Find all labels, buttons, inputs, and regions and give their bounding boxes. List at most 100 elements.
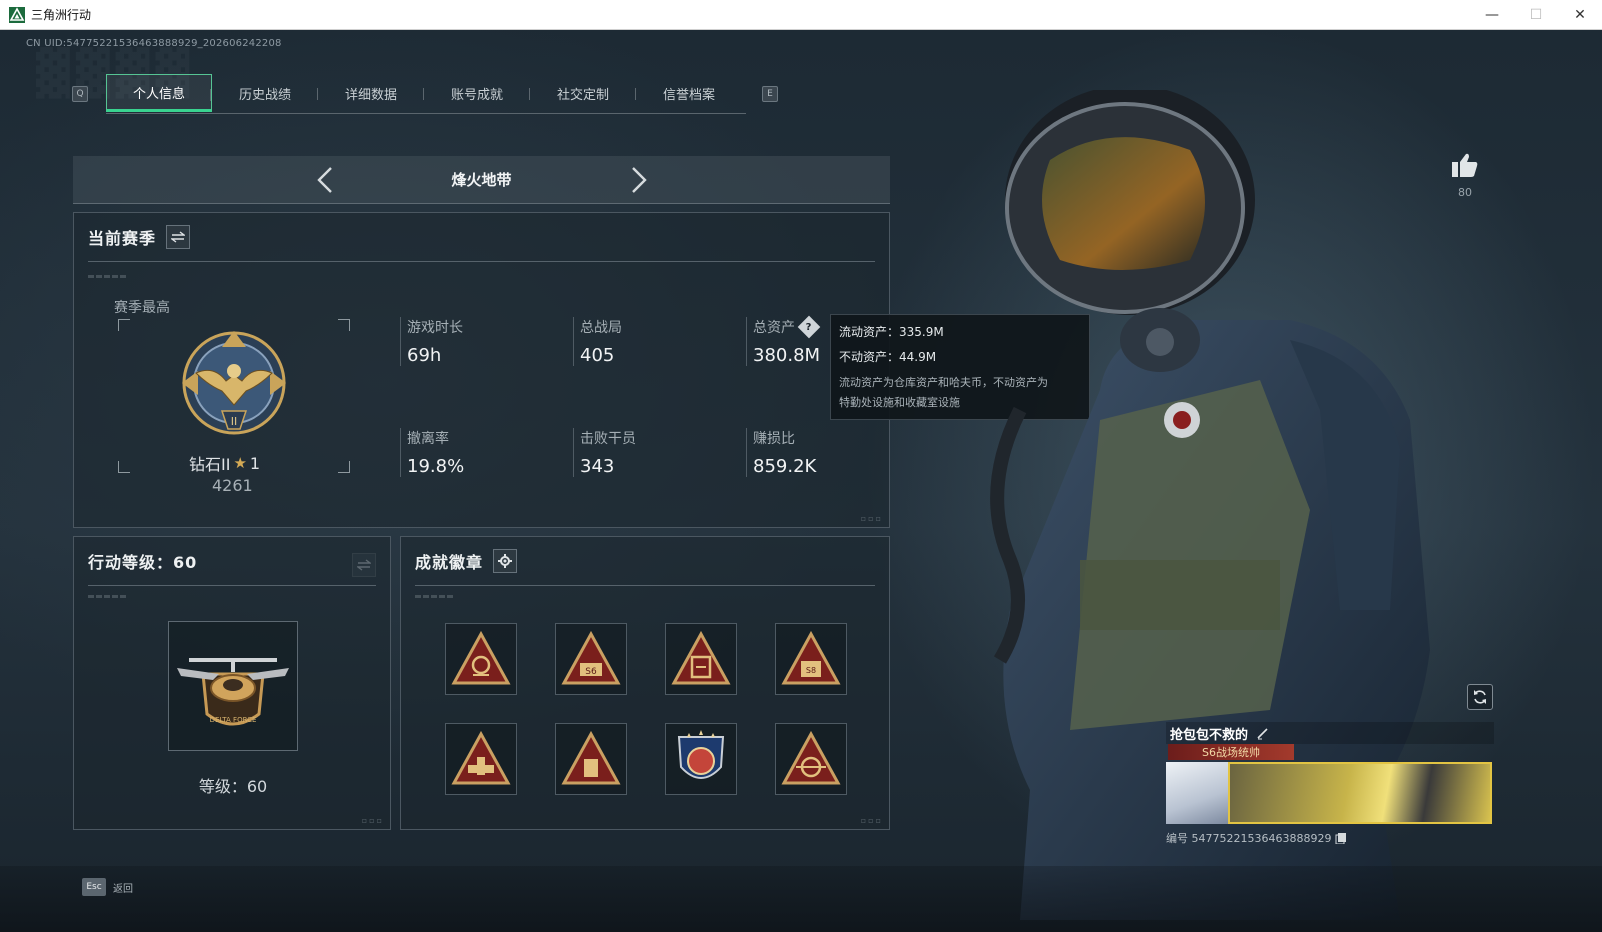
achievement-badges-panel: 成就徽章 S6 S8 ▫▫▫ (400, 536, 890, 830)
achievement-badge-8[interactable] (775, 723, 847, 795)
mode-selector: 烽火地带 (73, 156, 890, 204)
mode-prev-button[interactable] (307, 162, 343, 198)
stat-total-matches: 总战局 405 (573, 317, 723, 366)
tab-social-custom[interactable]: 社交定制 (530, 74, 636, 112)
tab-personal-info[interactable]: 个人信息 (106, 74, 212, 112)
frame-corner (118, 461, 130, 473)
level-switch-button[interactable] (352, 553, 376, 577)
decor-strip (88, 595, 128, 598)
back-label[interactable]: 返回 (113, 880, 133, 895)
level-divider (88, 585, 376, 586)
player-nickname: 抢包包不救的 (1170, 727, 1249, 743)
diamond-rank-emblem-icon: II (182, 331, 286, 435)
achievement-badge-4[interactable]: S8 (775, 623, 847, 695)
footer-bar: Esc 返回 (0, 866, 1602, 932)
refresh-appearance-button[interactable] (1467, 684, 1493, 710)
close-button[interactable]: ✕ (1558, 0, 1602, 30)
chevron-right-icon (632, 167, 647, 193)
maximize-button[interactable]: ☐ (1514, 0, 1558, 30)
swap-icon (171, 231, 186, 243)
esc-key-hint[interactable]: Esc (82, 878, 106, 896)
triangle-badge-icon (451, 731, 511, 785)
stat-label-text: 总资产 (753, 320, 795, 336)
season-switch-button[interactable] (166, 225, 191, 249)
svg-text:DELTA FORCE: DELTA FORCE (210, 716, 257, 724)
player-id-row: 编号 5477522153646388892​9 (1166, 830, 1494, 846)
tab-detailed-data[interactable]: 详细数据 (318, 74, 424, 112)
achievement-badge-1[interactable] (445, 623, 517, 695)
achievement-settings-button[interactable] (493, 549, 518, 573)
triangle-badge-icon: S6 (561, 631, 621, 685)
stat-value: 405 (580, 345, 615, 366)
achievement-badge-6[interactable] (555, 723, 627, 795)
player-avatar[interactable] (1166, 762, 1228, 824)
panel-corner-dots: ▫▫▫ (860, 816, 883, 825)
stat-value: 19.8% (407, 456, 465, 477)
triangle-badge-icon (451, 631, 511, 685)
rank-tier-text: 钻石II (189, 455, 231, 474)
asset-help-icon[interactable]: ? (797, 315, 821, 339)
profile-tabbar: Q 个人信息 历史战绩 详细数据 账号成就 社交定制 信誉档案 E (70, 74, 790, 114)
thumbs-up-icon (1452, 153, 1478, 177)
stat-extraction-rate: 撤离率 19.8% (400, 428, 550, 477)
like-widget[interactable]: 80 (1448, 152, 1482, 199)
stat-value: 859.2K (753, 456, 817, 477)
decor-strip (415, 595, 455, 598)
stat-label: 撤离率 (407, 431, 449, 447)
copy-icon[interactable] (1335, 832, 1347, 844)
season-divider (88, 261, 875, 262)
tab-match-history[interactable]: 历史战绩 (212, 74, 318, 112)
stat-playtime: 游戏时长 69h (400, 317, 550, 366)
achievement-badge-2[interactable]: S6 (555, 623, 627, 695)
tab-achievements[interactable]: 账号成就 (424, 74, 530, 112)
rank-star-count: 1 (249, 453, 261, 473)
player-title-badge: S6战场统帅 (1168, 744, 1294, 760)
svg-text:S8: S8 (806, 666, 816, 675)
player-name-row: 抢包包不救的 (1166, 722, 1494, 744)
player-banner[interactable] (1228, 762, 1492, 824)
season-header: 当前赛季 (88, 225, 191, 249)
level-title: 行动等级：60 (88, 553, 198, 572)
achievement-header: 成就徽章 (415, 549, 518, 573)
gear-icon (498, 554, 513, 568)
svg-text:S6: S6 (585, 667, 597, 677)
tab-credit-record[interactable]: 信誉档案 (636, 74, 742, 112)
app-logo-icon (9, 6, 25, 23)
level-value-text: 等级：60 (198, 777, 268, 796)
achievement-divider (415, 585, 875, 586)
minimize-button[interactable]: — (1470, 0, 1514, 30)
edit-pencil-icon[interactable] (1256, 726, 1270, 740)
panel-corner-dots: ▫▫▫ (860, 514, 883, 523)
achievement-badge-7[interactable] (665, 723, 737, 795)
chevron-left-icon (317, 167, 332, 193)
triangle-badge-icon (781, 731, 841, 785)
helicopter-emblem-icon: DELTA FORCE (177, 658, 289, 726)
frame-corner (338, 461, 350, 473)
stat-value: 343 (580, 456, 615, 477)
rank-frame: II (118, 319, 350, 473)
player-id-text: 编号 5477522153646388892​9 (1166, 832, 1332, 845)
achievement-badge-5[interactable] (445, 723, 517, 795)
stat-profit-loss: 赚损比 859.2K (746, 428, 896, 477)
refresh-icon (1474, 690, 1486, 704)
frame-corner (118, 319, 130, 331)
profile-tabs: 个人信息 历史战绩 详细数据 账号成就 社交定制 信誉档案 (106, 74, 746, 114)
achievement-badge-3[interactable] (665, 623, 737, 695)
rank-name: 钻石II ★ 1 (189, 451, 260, 475)
tab-next-key[interactable]: E (762, 86, 778, 102)
game-viewport: ▓▓▓▓ CN UID:5477522153646388892​9_202606… (0, 30, 1602, 932)
mode-title: 烽火地带 (451, 171, 512, 189)
window-controls: — ☐ ✕ (1470, 0, 1602, 30)
triangle-badge-icon (671, 631, 731, 685)
tab-prev-key[interactable]: Q (72, 86, 88, 102)
stat-value: 69h (407, 345, 442, 366)
rank-star-icon: ★ (233, 454, 247, 472)
current-season-panel: 当前赛季 赛季最高 II 钻石II ★ 1 4261 游戏时长 69h 总战局 … (73, 212, 890, 528)
card-images (1166, 762, 1494, 824)
stat-label: 总战局 (580, 320, 622, 336)
mode-next-button[interactable] (621, 162, 657, 198)
shield-badge-icon (677, 730, 725, 779)
player-name-card[interactable]: 抢包包不救的 S6战场统帅 编号 5477522153646388892​9 (1166, 722, 1494, 846)
level-badge: DELTA FORCE (168, 621, 298, 751)
triangle-badge-icon: S8 (781, 631, 841, 685)
